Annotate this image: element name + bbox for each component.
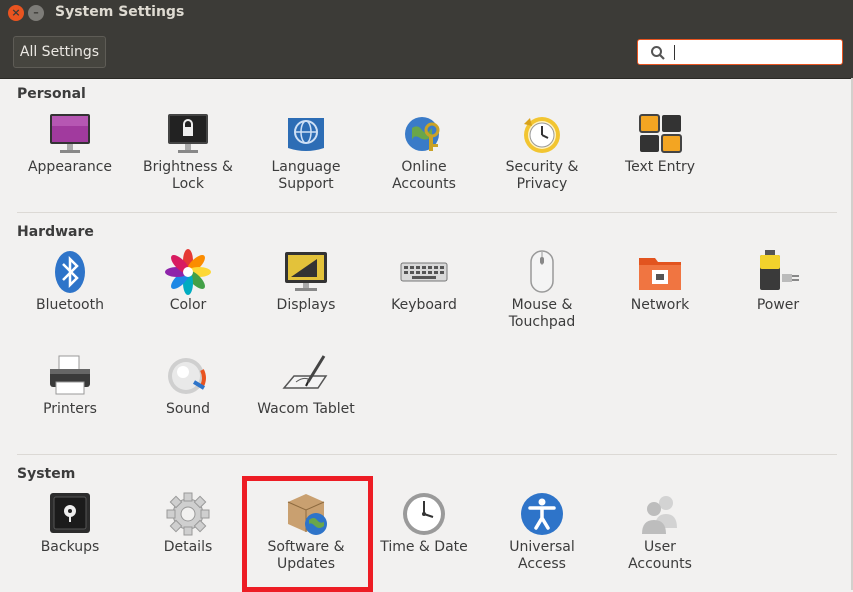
language-icon <box>282 110 330 158</box>
item-label: Online Accounts <box>392 159 456 192</box>
title-bar: × – System Settings <box>0 0 853 26</box>
all-settings-button[interactable]: All Settings <box>13 36 106 68</box>
item-label: Backups <box>40 539 100 555</box>
item-label: Text Entry <box>624 159 695 175</box>
item-mouse-touchpad[interactable]: Mouse & Touchpad <box>483 248 601 331</box>
item-label: Network <box>630 297 690 313</box>
item-brightness-lock[interactable]: Brightness & Lock <box>129 110 247 193</box>
item-label: Mouse & Touchpad <box>508 297 576 330</box>
appearance-icon <box>46 110 94 158</box>
section-heading-system: System <box>17 466 76 482</box>
wacom-tablet-icon <box>282 352 330 400</box>
sound-icon <box>164 352 212 400</box>
item-label: Wacom Tablet <box>257 401 355 417</box>
mouse-icon <box>518 248 566 296</box>
item-label: Details <box>163 539 213 555</box>
item-label: Bluetooth <box>36 297 104 313</box>
section-divider <box>17 454 837 455</box>
toolbar: All Settings <box>0 26 853 79</box>
item-software-updates[interactable]: Software & Updates <box>247 490 365 573</box>
item-backups[interactable]: Backups <box>11 490 129 556</box>
user-accounts-icon <box>636 490 684 538</box>
item-label: Power <box>756 297 800 313</box>
keyboard-icon <box>400 248 448 296</box>
item-label: User Accounts <box>628 539 692 572</box>
item-label: Security & Privacy <box>505 159 579 192</box>
color-icon <box>164 248 212 296</box>
item-label: Brightness & Lock <box>143 159 233 192</box>
item-appearance[interactable]: Appearance <box>11 110 129 176</box>
item-power[interactable]: Power <box>719 248 837 314</box>
item-label: Language Support <box>271 159 341 192</box>
item-bluetooth[interactable]: Bluetooth <box>11 248 129 314</box>
clock-icon <box>400 490 448 538</box>
item-universal-access[interactable]: Universal Access <box>483 490 601 573</box>
item-label: Appearance <box>27 159 113 175</box>
item-wacom-tablet[interactable]: Wacom Tablet <box>247 352 365 418</box>
details-icon <box>164 490 212 538</box>
item-label: Software & Updates <box>267 539 345 572</box>
bluetooth-icon <box>46 248 94 296</box>
item-label: Displays <box>276 297 336 313</box>
network-icon <box>636 248 684 296</box>
item-label: Color <box>169 297 207 313</box>
item-details[interactable]: Details <box>129 490 247 556</box>
item-language-support[interactable]: Language Support <box>247 110 365 193</box>
window-title: System Settings <box>55 4 185 20</box>
item-text-entry[interactable]: Text Entry <box>601 110 719 176</box>
item-time-date[interactable]: Time & Date <box>365 490 483 556</box>
universal-access-icon <box>518 490 566 538</box>
search-icon <box>650 45 666 65</box>
item-label: Keyboard <box>391 297 457 313</box>
security-privacy-icon <box>518 110 566 158</box>
item-label: Universal Access <box>509 539 575 572</box>
item-label: Printers <box>43 401 97 417</box>
item-keyboard[interactable]: Keyboard <box>365 248 483 314</box>
item-label: Time & Date <box>380 539 468 555</box>
item-sound[interactable]: Sound <box>129 352 247 418</box>
item-online-accounts[interactable]: Online Accounts <box>365 110 483 193</box>
software-updates-icon <box>282 490 330 538</box>
power-icon <box>754 248 802 296</box>
section-divider <box>17 212 837 213</box>
item-user-accounts[interactable]: User Accounts <box>601 490 719 573</box>
item-network[interactable]: Network <box>601 248 719 314</box>
item-security-privacy[interactable]: Security & Privacy <box>483 110 601 193</box>
text-caret <box>674 45 675 60</box>
close-button[interactable]: × <box>8 5 24 21</box>
item-displays[interactable]: Displays <box>247 248 365 314</box>
section-heading-personal: Personal <box>17 86 86 102</box>
displays-icon <box>282 248 330 296</box>
minimize-button[interactable]: – <box>28 5 44 21</box>
printer-icon <box>46 352 94 400</box>
item-color[interactable]: Color <box>129 248 247 314</box>
brightness-lock-icon <box>164 110 212 158</box>
section-heading-hardware: Hardware <box>17 224 94 240</box>
online-accounts-icon <box>400 110 448 158</box>
search-input[interactable] <box>637 39 843 65</box>
text-entry-icon <box>636 110 684 158</box>
item-label: Sound <box>165 401 211 417</box>
backups-icon <box>46 490 94 538</box>
item-printers[interactable]: Printers <box>11 352 129 418</box>
